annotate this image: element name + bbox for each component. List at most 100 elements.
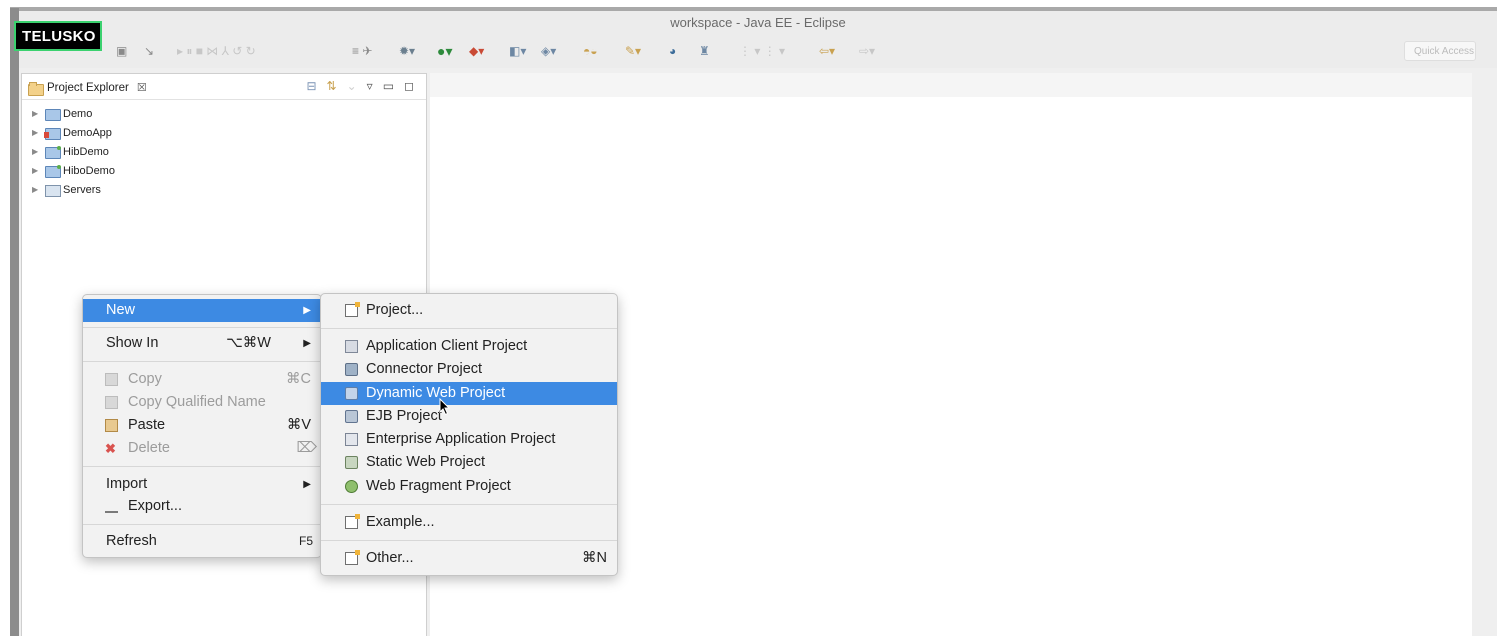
menu-item-export[interactable]: Export...	[83, 495, 321, 518]
debug-tools-icon[interactable]: ≡ ✈	[352, 43, 372, 59]
tree-item-demo[interactable]: ▶ Demo	[32, 104, 115, 123]
telusko-watermark: TELUSKO	[14, 21, 102, 51]
menu-shortcut: F5	[298, 534, 313, 548]
application-client-icon	[345, 340, 358, 353]
back-icon[interactable]: ⇦▾	[819, 43, 835, 59]
console-icon[interactable]: ▣	[116, 43, 127, 59]
folder-icon	[45, 184, 61, 197]
menu-label: Other...	[366, 550, 414, 566]
minimize-icon[interactable]: ▭	[383, 79, 394, 93]
tree-item-hibdemo[interactable]: ▶ HibDemo	[32, 142, 115, 161]
expand-arrow-icon[interactable]: ▶	[32, 166, 42, 175]
tree-item-label: HiboDemo	[63, 164, 115, 177]
open-type-icon[interactable]: ◓◒	[583, 43, 598, 59]
menu-item-refresh[interactable]: Refresh F5	[83, 530, 321, 553]
link-editor-icon[interactable]: ⇅	[327, 79, 337, 93]
submenu-item-connector-project[interactable]: Connector Project	[321, 358, 617, 381]
new-project-icon	[345, 302, 360, 317]
menu-separator	[83, 361, 321, 362]
profile-icon[interactable]: ◆▾	[469, 43, 484, 59]
run-icon[interactable]: ●▾	[437, 43, 452, 59]
expand-arrow-icon[interactable]: ▶	[32, 128, 42, 137]
menu-label: Delete	[128, 440, 170, 456]
submenu-item-enterprise-application-project[interactable]: Enterprise Application Project	[321, 428, 617, 451]
menu-label: Application Client Project	[366, 338, 528, 354]
submenu-item-other[interactable]: Other... ⌘N	[321, 547, 617, 570]
ejb-project-icon	[345, 410, 358, 423]
search-tool-icon[interactable]: ♜	[699, 43, 710, 59]
close-tab-icon[interactable]: ☒	[137, 81, 147, 94]
run-disabled-icon: ▸ ⏸ ■ ⋈ ⅄ ↺ ↻	[177, 44, 256, 58]
menu-label: New	[106, 302, 136, 318]
maximize-icon[interactable]: ◻	[404, 79, 414, 93]
menu-label: Web Fragment Project	[366, 478, 511, 494]
submenu-arrow-icon: ▶	[303, 305, 311, 316]
menu-shortcut: ⌘C	[286, 371, 311, 387]
filter-icon[interactable]: ⌄	[347, 79, 357, 93]
menu-separator	[321, 504, 617, 505]
debug-icon[interactable]: ✹▾	[399, 43, 415, 59]
open-task-icon[interactable]: ✎▾	[625, 43, 641, 59]
menu-label: Project...	[366, 302, 424, 318]
expand-arrow-icon[interactable]: ▶	[32, 185, 42, 194]
menu-label: Export...	[128, 498, 182, 514]
expand-arrow-icon[interactable]: ▶	[32, 147, 42, 156]
tree-item-hibodemo[interactable]: ▶ HiboDemo	[32, 161, 115, 180]
menu-separator	[83, 327, 321, 328]
submenu-arrow-icon: ▶	[303, 479, 311, 490]
pin-icon[interactable]: ↘	[144, 43, 154, 59]
menu-shortcut: ⌦	[296, 440, 317, 456]
submenu-arrow-icon: ▶	[303, 338, 311, 349]
tree-item-servers[interactable]: ▶ Servers	[32, 180, 115, 199]
new-wizard-icon[interactable]: ◈▾	[541, 43, 556, 59]
submenu-item-web-fragment-project[interactable]: Web Fragment Project	[321, 475, 617, 498]
jpa-project-icon	[45, 164, 61, 178]
menu-item-new[interactable]: New ▶	[83, 299, 321, 322]
static-web-project-icon	[345, 456, 358, 469]
menu-label: Paste	[128, 417, 166, 433]
menu-item-import[interactable]: Import ▶	[83, 473, 321, 496]
window-title: workspace - Java EE - Eclipse	[670, 15, 846, 30]
editor-tab-strip	[430, 73, 1472, 97]
menu-separator	[83, 466, 321, 467]
menu-separator	[321, 540, 617, 541]
dynamic-web-project-icon	[345, 387, 358, 400]
project-explorer-tab[interactable]: Project Explorer ☒	[28, 81, 147, 96]
menu-item-copy-qualified-name[interactable]: Copy Qualified Name	[83, 391, 321, 414]
delete-icon: ✖	[105, 441, 116, 456]
menu-label: EJB Project	[366, 408, 442, 424]
view-menu-icon[interactable]: ▿	[367, 79, 373, 93]
tree-item-label: Servers	[63, 183, 101, 196]
collapse-all-icon[interactable]: ⊟	[306, 79, 316, 93]
project-explorer-actions: ⊟ ⇅ ⌄ ▿ ▭ ◻	[306, 79, 414, 93]
menu-label: Example...	[366, 514, 435, 530]
menu-item-paste[interactable]: Paste ⌘V	[83, 414, 321, 437]
menu-label: Copy	[128, 371, 162, 387]
submenu-item-dynamic-web-project[interactable]: Dynamic Web Project	[321, 382, 617, 405]
menu-separator	[83, 524, 321, 525]
globe-icon[interactable]: ◕	[669, 43, 676, 59]
menu-label: Refresh	[106, 533, 157, 549]
submenu-item-example[interactable]: Example...	[321, 511, 617, 534]
menu-shortcut: ⌘N	[582, 550, 607, 566]
menu-item-show-in[interactable]: Show In ⌥⌘W ▶	[83, 332, 321, 355]
menu-item-delete[interactable]: ✖ Delete ⌦	[83, 437, 321, 460]
quick-access-input[interactable]: Quick Access	[1404, 41, 1476, 61]
new-server-icon[interactable]: ◧▾	[509, 43, 526, 59]
paste-icon	[105, 419, 118, 432]
web-fragment-project-icon	[345, 480, 358, 493]
example-icon	[345, 514, 360, 529]
submenu-item-ejb-project[interactable]: EJB Project	[321, 405, 617, 428]
menu-label: Import	[106, 476, 148, 492]
expand-arrow-icon[interactable]: ▶	[32, 109, 42, 118]
menu-item-copy[interactable]: Copy ⌘C	[83, 368, 321, 391]
web-project-icon	[44, 127, 61, 140]
tree-item-label: DemoApp	[63, 126, 112, 139]
submenu-item-application-client-project[interactable]: Application Client Project	[321, 335, 617, 358]
submenu-item-static-web-project[interactable]: Static Web Project	[321, 451, 617, 474]
jpa-project-icon	[45, 145, 61, 159]
submenu-item-project[interactable]: Project...	[321, 299, 617, 322]
project-tree: ▶ Demo ▶ DemoApp ▶ HibDemo ▶ HiboDemo ▶ …	[32, 104, 115, 199]
tree-item-demoapp[interactable]: ▶ DemoApp	[32, 123, 115, 142]
other-wizard-icon	[345, 550, 360, 565]
